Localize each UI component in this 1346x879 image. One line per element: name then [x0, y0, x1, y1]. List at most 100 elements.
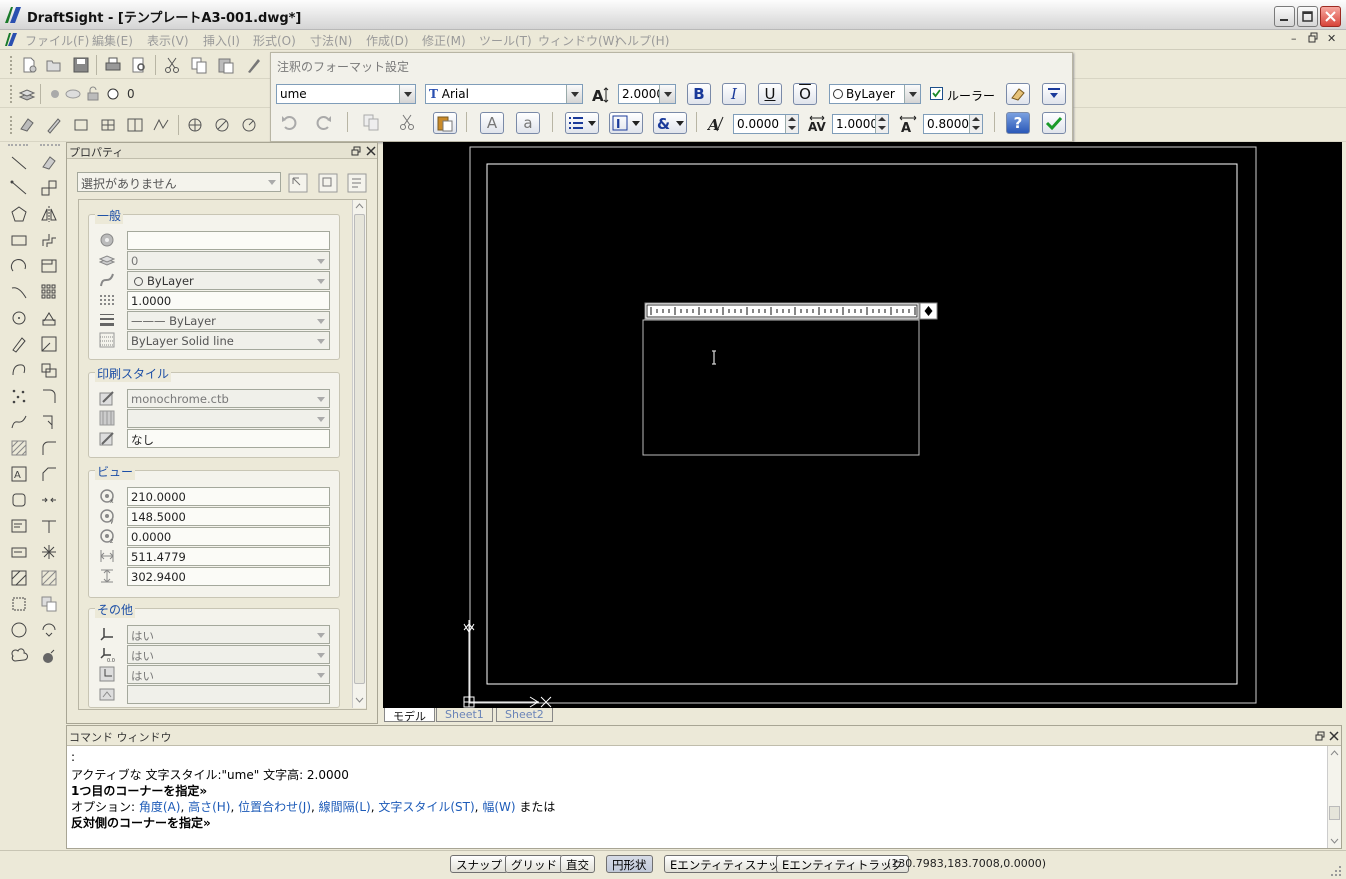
arc-3p-icon[interactable] — [10, 283, 28, 301]
tab-model[interactable]: モデル — [384, 708, 435, 723]
hatch-icon[interactable] — [10, 439, 28, 457]
scroll-up-icon[interactable] — [355, 203, 364, 209]
copy-text-icon[interactable] — [362, 113, 380, 131]
select-entities-icon[interactable] — [288, 173, 308, 193]
draw-order-icon[interactable] — [40, 595, 58, 613]
pattern-icon[interactable] — [40, 257, 58, 275]
view-height-field[interactable]: 302.9400 — [127, 567, 330, 586]
menu-insert[interactable]: 挿入(I) — [203, 32, 240, 49]
linetype-scale-field[interactable]: 1.0000 — [127, 291, 330, 310]
attached-table-field[interactable]: なし — [127, 429, 330, 448]
toolbar-grip[interactable] — [10, 85, 13, 103]
chamfer-icon[interactable] — [40, 465, 58, 483]
offset-icon[interactable] — [40, 231, 58, 249]
quick-select-icon[interactable] — [318, 173, 338, 193]
viewport-icon[interactable] — [126, 116, 144, 134]
circle-3p-icon[interactable] — [240, 116, 258, 134]
center-y-field[interactable]: 148.5000 — [127, 507, 330, 526]
pencil-icon[interactable] — [45, 116, 63, 134]
spinner-arrows-icon[interactable] — [785, 115, 798, 133]
polyline-icon[interactable] — [152, 116, 170, 134]
table-icon[interactable] — [99, 116, 117, 134]
flip-icon[interactable] — [40, 621, 58, 639]
menu-modify[interactable]: 修正(M) — [422, 32, 466, 49]
open-file-icon[interactable] — [45, 56, 63, 74]
polygon-icon[interactable] — [10, 205, 28, 223]
mdi-minimize-button[interactable]: – — [1291, 32, 1297, 45]
float-panel-icon[interactable] — [1315, 731, 1325, 741]
symbol-button[interactable]: & — [653, 112, 687, 134]
tab-sheet2[interactable]: Sheet2 — [496, 708, 553, 722]
ray-icon[interactable] — [10, 179, 28, 197]
fillet-icon[interactable] — [40, 439, 58, 457]
scroll-down-icon[interactable] — [1330, 838, 1339, 844]
layer-manager-icon[interactable] — [18, 85, 36, 103]
option-height-link[interactable]: 高さ(H) — [188, 800, 230, 814]
print-preview-icon[interactable] — [130, 56, 148, 74]
close-panel-icon[interactable] — [366, 146, 376, 156]
cloud-icon[interactable] — [10, 647, 28, 665]
text-editor-box[interactable] — [642, 319, 920, 456]
spinner-arrows-icon[interactable] — [969, 115, 982, 133]
bomb-icon[interactable] — [40, 647, 58, 665]
ucs-origin-field[interactable]: はい — [127, 645, 330, 664]
scroll-down-icon[interactable] — [355, 697, 364, 703]
menu-edit[interactable]: 編集(E) — [92, 32, 133, 49]
scroll-up-icon[interactable] — [1330, 750, 1339, 756]
menu-format[interactable]: 形式(O) — [253, 32, 296, 49]
underline-button[interactable]: U — [758, 83, 782, 105]
ruler-checkbox[interactable] — [930, 87, 943, 100]
options-menu-button[interactable] — [1042, 83, 1066, 105]
line-color-field[interactable]: ByLayer — [127, 271, 330, 290]
arc-icon[interactable] — [10, 257, 28, 275]
mirror-icon[interactable] — [40, 205, 58, 223]
copy-tool-icon[interactable] — [40, 179, 58, 197]
ucs-name-field[interactable] — [127, 685, 330, 704]
command-history[interactable]: : アクティブな 文字スタイル:"ume" 文字高: 2.0000 1つ目のコー… — [67, 746, 1327, 848]
general-group-title[interactable]: 一般 — [95, 207, 124, 224]
overline-button[interactable]: O — [793, 83, 817, 105]
circle-icon[interactable] — [213, 116, 231, 134]
donut-icon[interactable] — [10, 621, 28, 639]
color-field[interactable] — [127, 231, 330, 250]
hatch-edit-icon[interactable] — [40, 569, 58, 587]
undo-icon[interactable] — [280, 113, 298, 131]
layer-field[interactable]: 0 — [127, 251, 330, 270]
move-icon[interactable] — [40, 309, 58, 327]
close-button[interactable] — [1320, 6, 1341, 27]
block-icon[interactable] — [10, 491, 28, 509]
bullets-button[interactable] — [565, 112, 599, 134]
copy-icon[interactable] — [190, 56, 208, 74]
scrollbar-thumb[interactable] — [354, 214, 365, 684]
spline-pen-icon[interactable] — [10, 335, 28, 353]
oblique-angle-input[interactable]: 0.0000 — [733, 114, 799, 134]
text-color-select[interactable]: ByLayer — [829, 84, 921, 104]
save-icon[interactable] — [72, 56, 90, 74]
array-icon[interactable] — [40, 283, 58, 301]
menu-help[interactable]: ヘルプ(H) — [615, 32, 669, 49]
point-icon[interactable] — [186, 116, 204, 134]
extend-icon[interactable] — [40, 413, 58, 431]
match-properties-icon[interactable] — [245, 56, 263, 74]
points-icon[interactable] — [10, 387, 28, 405]
view-width-field[interactable]: 511.4779 — [127, 547, 330, 566]
drawing-canvas[interactable] — [383, 142, 1342, 708]
text-style-select[interactable]: ume — [276, 84, 416, 104]
paste-text-button[interactable] — [433, 112, 457, 134]
trim-icon[interactable] — [40, 387, 58, 405]
palette-grip[interactable] — [40, 144, 60, 146]
ucs-per-viewport-field[interactable]: はい — [127, 665, 330, 684]
width-factor-input[interactable]: 0.8000 — [923, 114, 983, 134]
mdi-restore-button[interactable] — [1308, 32, 1319, 46]
break-icon[interactable] — [40, 517, 58, 535]
print-style-group-title[interactable]: 印刷スタイル — [95, 365, 172, 382]
ucs-icon-field[interactable]: はい — [127, 625, 330, 644]
cut-text-icon[interactable] — [398, 113, 416, 131]
spinner-arrows-icon[interactable] — [875, 115, 888, 133]
current-layer-name[interactable]: 0 — [127, 87, 135, 101]
text-eraser-button[interactable] — [1006, 83, 1030, 105]
mdi-close-button[interactable]: ✕ — [1327, 32, 1336, 45]
redo-icon[interactable] — [315, 113, 333, 131]
menu-dimension[interactable]: 寸法(N) — [310, 32, 352, 49]
line-icon[interactable] — [10, 154, 28, 172]
